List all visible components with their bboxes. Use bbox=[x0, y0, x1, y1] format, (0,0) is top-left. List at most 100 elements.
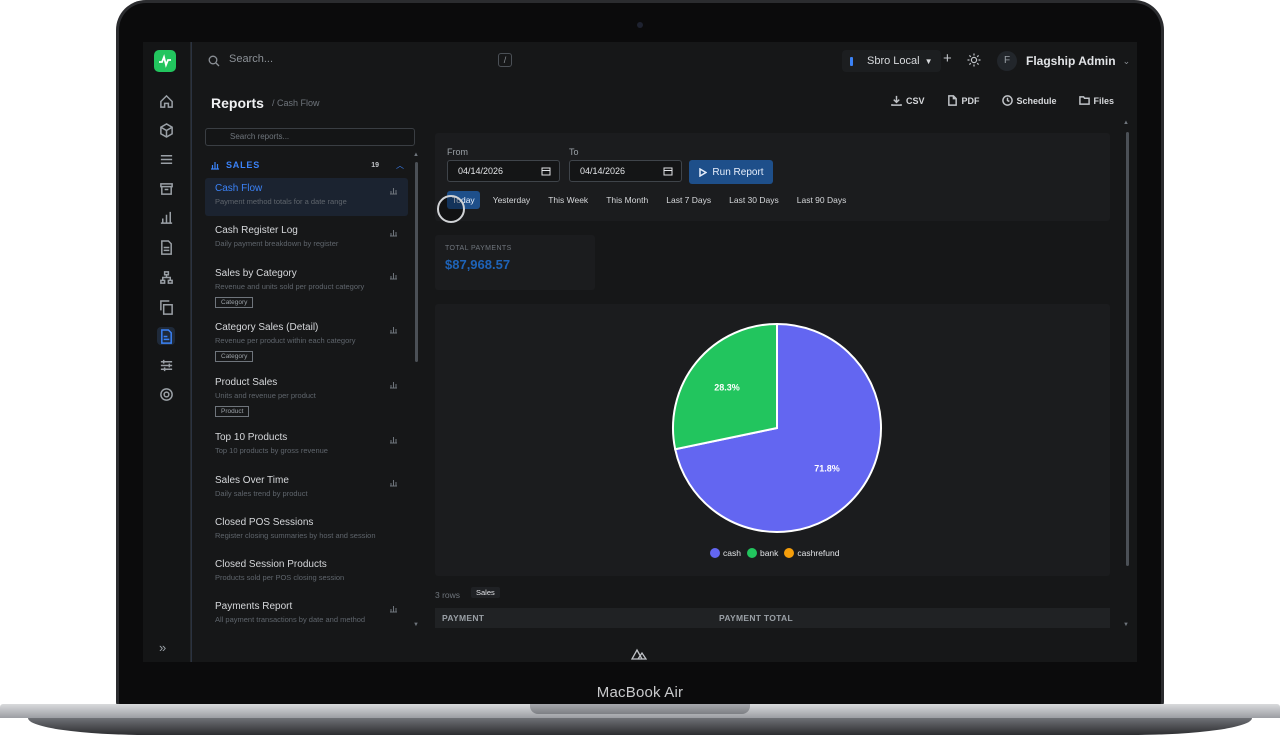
chart-icon bbox=[390, 188, 397, 195]
app-logo-icon[interactable] bbox=[154, 50, 176, 72]
run-report-label: Run Report bbox=[712, 166, 764, 178]
report-item[interactable]: Closed POS Sessions Register closing sum… bbox=[205, 512, 408, 550]
chart-icon bbox=[390, 480, 397, 487]
from-date-value: 04/14/2026 bbox=[458, 166, 504, 176]
legend-item-bank[interactable]: bank bbox=[746, 548, 778, 558]
caret-down-icon: ▼ bbox=[924, 56, 933, 66]
calendar-icon[interactable] bbox=[663, 166, 673, 176]
chart-icon bbox=[390, 382, 397, 389]
legend-label: cash bbox=[723, 548, 741, 558]
scroll-up-icon[interactable]: ▲ bbox=[413, 152, 419, 158]
copy-icon[interactable] bbox=[157, 298, 175, 316]
range-last-90-days[interactable]: Last 90 Days bbox=[792, 191, 852, 209]
user-menu[interactable]: F Flagship Admin ⌄ bbox=[997, 49, 1130, 73]
column-header-payment[interactable]: PAYMENT bbox=[442, 613, 484, 623]
search-shortcut-key: / bbox=[498, 53, 512, 67]
archive-icon[interactable] bbox=[157, 179, 175, 197]
section-header-sales[interactable]: SALES 19 ︿ bbox=[210, 155, 404, 175]
base-bottom bbox=[28, 718, 1252, 735]
report-description: Products sold per POS closing session bbox=[215, 573, 345, 582]
list-icon[interactable] bbox=[157, 150, 175, 168]
report-name: Category Sales (Detail) bbox=[215, 322, 319, 333]
breadcrumb: / Cash Flow bbox=[272, 98, 320, 108]
camera bbox=[637, 22, 643, 28]
report-search-input[interactable]: Search reports... bbox=[205, 128, 415, 146]
column-header-payment-total[interactable]: PAYMENT TOTAL bbox=[719, 613, 793, 623]
report-actions: CSV PDF Schedule Files bbox=[891, 95, 1136, 106]
calendar-icon[interactable] bbox=[541, 166, 551, 176]
report-description: Daily sales trend by product bbox=[215, 489, 308, 498]
report-item[interactable]: Sales Over Time Daily sales trend by pro… bbox=[205, 470, 408, 508]
report-item[interactable]: Closed Session Products Products sold pe… bbox=[205, 554, 408, 592]
global-search[interactable]: Search... / bbox=[208, 52, 512, 70]
legend-item-cashrefund[interactable]: cashrefund bbox=[784, 548, 839, 558]
legend-swatch bbox=[710, 548, 720, 558]
legend-item-cash[interactable]: cash bbox=[710, 548, 741, 558]
bar-chart-icon bbox=[211, 162, 219, 170]
report-name: Sales Over Time bbox=[215, 475, 289, 486]
top-bar: Search... / Sbro Local ▼ + F Flagship Ad… bbox=[192, 42, 1137, 80]
from-date-input[interactable]: 04/14/2026 bbox=[447, 160, 560, 182]
theme-toggle-sun-icon[interactable] bbox=[967, 53, 981, 67]
legend-label: cashrefund bbox=[797, 548, 840, 558]
range-yesterday[interactable]: Yesterday bbox=[488, 191, 536, 209]
total-payments-value: $87,968.57 bbox=[445, 257, 511, 272]
range-this-week[interactable]: This Week bbox=[543, 191, 593, 209]
schedule-button[interactable]: Schedule bbox=[1001, 95, 1057, 106]
scroll-up-icon[interactable]: ▲ bbox=[1123, 120, 1129, 126]
bar-chart-icon[interactable] bbox=[157, 208, 175, 226]
report-item[interactable]: Payments Report All payment transactions… bbox=[205, 596, 408, 634]
pdf-button[interactable]: PDF bbox=[947, 95, 980, 106]
cube-icon[interactable] bbox=[157, 121, 175, 139]
framework-logo-icon bbox=[631, 648, 647, 660]
sliders-icon[interactable] bbox=[157, 356, 175, 374]
from-label: From bbox=[447, 147, 468, 157]
report-item[interactable]: Product Sales Units and revenue per prod… bbox=[205, 372, 408, 422]
file-icon bbox=[947, 95, 957, 106]
base-notch bbox=[530, 704, 750, 714]
laptop-base bbox=[0, 704, 1280, 735]
gear-icon[interactable] bbox=[157, 385, 175, 403]
report-item[interactable]: Sales by Category Revenue and units sold… bbox=[205, 263, 408, 313]
report-item[interactable]: Cash Flow Payment method totals for a da… bbox=[205, 178, 408, 216]
run-report-button[interactable]: Run Report bbox=[689, 160, 773, 184]
scroll-down-icon[interactable]: ▼ bbox=[413, 622, 419, 628]
report-item[interactable]: Top 10 Products Top 10 products by gross… bbox=[205, 427, 408, 465]
report-description: Top 10 products by gross revenue bbox=[215, 446, 328, 455]
pie-label-bank: 28.3% bbox=[714, 382, 740, 392]
chevron-up-icon[interactable]: ︿ bbox=[396, 160, 404, 171]
main-scrollbar[interactable] bbox=[1126, 132, 1129, 566]
environment-indicator bbox=[850, 56, 853, 66]
search-placeholder[interactable]: Search... bbox=[229, 53, 273, 65]
csv-button[interactable]: CSV bbox=[891, 95, 925, 106]
total-payments-card: TOTAL PAYMENTS $87,968.57 bbox=[435, 235, 595, 290]
reports-icon[interactable] bbox=[157, 327, 175, 345]
report-tag: Category bbox=[215, 351, 254, 362]
hierarchy-icon[interactable] bbox=[157, 268, 175, 286]
range-this-month[interactable]: This Month bbox=[601, 191, 653, 209]
home-icon[interactable] bbox=[157, 92, 175, 110]
chart-icon bbox=[390, 437, 397, 444]
range-last-30-days[interactable]: Last 30 Days bbox=[724, 191, 784, 209]
document-icon[interactable] bbox=[157, 238, 175, 256]
report-item[interactable]: Category Sales (Detail) Revenue per prod… bbox=[205, 317, 408, 367]
tab-sales[interactable]: Sales bbox=[471, 587, 500, 598]
clock-icon bbox=[1001, 95, 1013, 106]
to-date-input[interactable]: 04/14/2026 bbox=[569, 160, 682, 182]
chevron-down-icon: ⌄ bbox=[1122, 55, 1131, 66]
environment-selector[interactable]: Sbro Local ▼ bbox=[842, 50, 941, 72]
report-name: Cash Register Log bbox=[215, 225, 298, 236]
report-tag: Product bbox=[215, 406, 250, 417]
app-screen: » Search... / Sbro Local ▼ + F Flagship … bbox=[143, 42, 1137, 662]
files-label: Files bbox=[1093, 95, 1115, 106]
report-item[interactable]: Cash Register Log Daily payment breakdow… bbox=[205, 220, 408, 258]
files-button[interactable]: Files bbox=[1078, 95, 1115, 106]
scroll-down-icon[interactable]: ▼ bbox=[1123, 622, 1129, 628]
range-last-7-days[interactable]: Last 7 Days bbox=[661, 191, 716, 209]
report-list-scrollbar[interactable] bbox=[415, 162, 418, 362]
expand-sidebar-icon[interactable]: » bbox=[159, 640, 166, 655]
report-description: Revenue per product within each category bbox=[215, 336, 356, 345]
report-description: Revenue and units sold per product categ… bbox=[215, 282, 365, 291]
add-icon[interactable]: + bbox=[943, 50, 952, 67]
download-icon bbox=[891, 95, 902, 106]
